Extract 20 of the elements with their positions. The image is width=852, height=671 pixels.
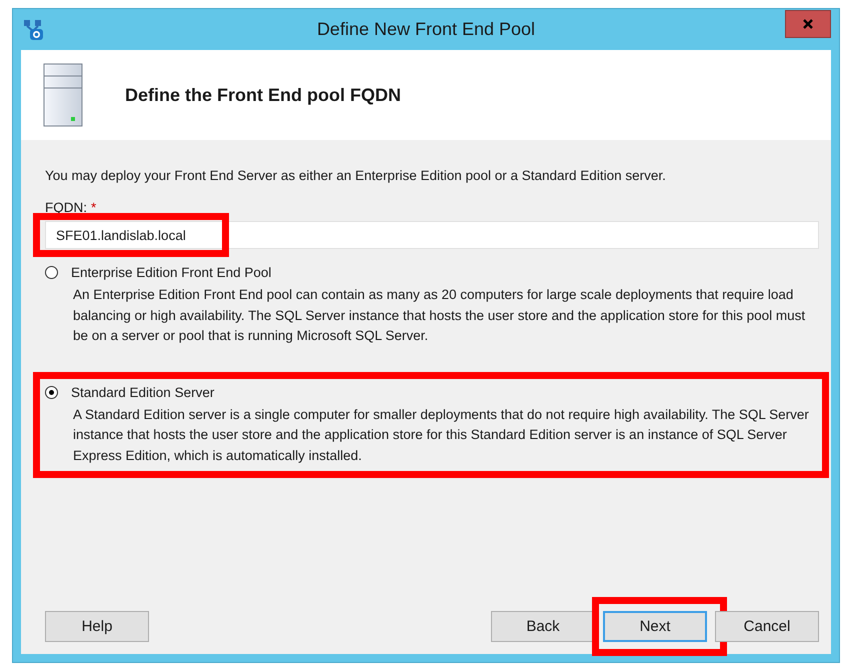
nav-button[interactable]: Cancel <box>715 611 819 642</box>
app-icon <box>23 18 45 40</box>
required-mark: * <box>91 200 96 215</box>
fqdn-field[interactable]: SFE01.landislab.local <box>45 221 819 249</box>
option-label[interactable]: Enterprise Edition Front End Pool <box>71 265 272 280</box>
close-icon <box>802 18 814 30</box>
option-label[interactable]: Standard Edition Server <box>71 384 214 400</box>
option-description: A Standard Edition server is a single computer for smaller deployments that do not require high availability. The SQL Server instance that hosts the user store and the application store for this Standard Edition server is an instance of SQL Server Express Edition, which is automatically installed. <box>73 406 810 465</box>
radio-button[interactable] <box>45 266 58 279</box>
fqdn-label: FQDN: <box>45 200 87 215</box>
intro-text: You may deploy your Front End Server as either an Enterprise Edition pool or a Standard Edition server. <box>45 168 667 183</box>
server-icon <box>43 63 83 127</box>
page-heading: Define the Front End pool FQDN <box>125 84 401 106</box>
close-button[interactable] <box>785 10 831 38</box>
window-title: Define New Front End Pool <box>316 19 536 40</box>
nav-button[interactable]: Next <box>603 611 707 642</box>
nav-button[interactable]: Back <box>491 611 595 642</box>
help-button[interactable]: Help <box>45 611 149 642</box>
option-description: An Enterprise Edition Front End pool can contain as many as 20 computers for large scale deployments that require load balancing or high availability. The SQL Server instance that hosts the user store and the application store for this pool must be on a server or pool that is running Microsoft SQL Server. <box>73 286 806 345</box>
radio-button[interactable] <box>45 386 58 398</box>
